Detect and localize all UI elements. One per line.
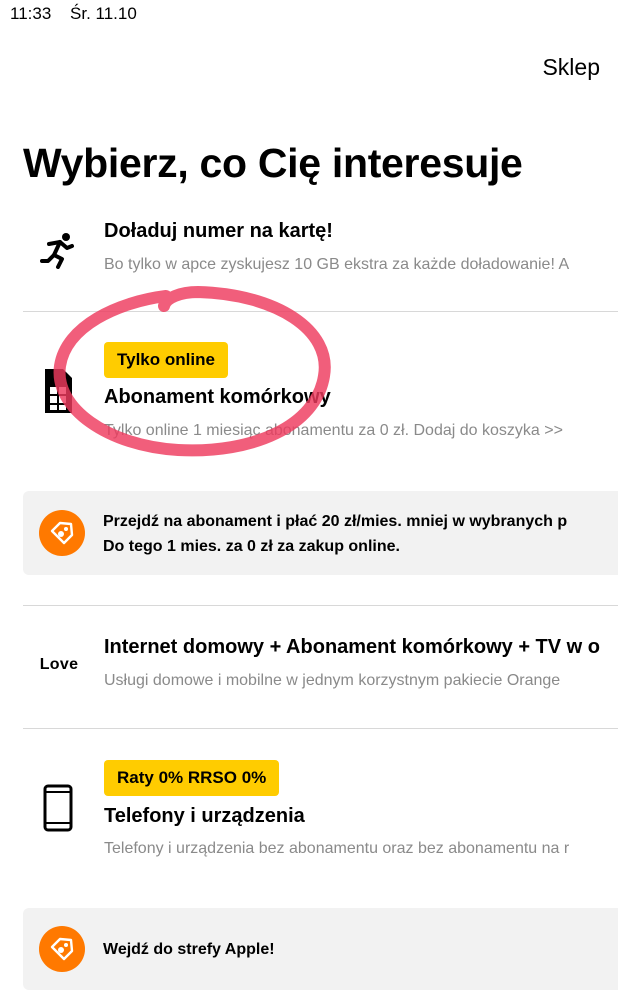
list-item-phones-devices[interactable]: Raty 0% RRSO 0% Telefony i urządzenia Te… [0, 729, 618, 899]
status-time: 11:33 [10, 4, 52, 23]
item-title: Doładuj numer na kartę! [104, 220, 333, 242]
item-title: Telefony i urządzenia [104, 805, 305, 827]
smartphone-icon [36, 783, 80, 833]
promo-banner-switch-plan[interactable]: Przejdź na abonament i płać 20 zł/mies. … [23, 491, 618, 575]
sim-card-icon [36, 366, 80, 416]
promo-line-1: Przejdź na abonament i płać 20 zł/mies. … [103, 513, 568, 530]
promo-line-1: Wejdź do strefy Apple! [103, 941, 275, 958]
item-title: Abonament komórkowy [104, 386, 331, 408]
installments-badge: Raty 0% RRSO 0% [104, 760, 280, 796]
list-item-love-package[interactable]: Love Internet domowy + Abonament komórko… [0, 606, 618, 728]
item-subtitle: Telefony i urządzenia bez abonamentu ora… [104, 840, 570, 857]
item-subtitle: Bo tylko w apce zyskujesz 10 GB ekstra z… [104, 256, 570, 273]
love-logo-icon: Love [34, 650, 84, 680]
page-title: Wybierz, co Cię interesuje [23, 140, 523, 186]
status-date: Śr. 11.10 [70, 4, 137, 23]
love-logo-text: Love [39, 656, 79, 673]
item-subtitle: Usługi domowe i mobilne w jednym korzyst… [104, 672, 561, 689]
price-tag-icon [39, 510, 85, 556]
shop-link[interactable]: Sklep [542, 54, 600, 81]
promo-banner-apple-zone[interactable]: Wejdź do strefy Apple! [23, 908, 618, 990]
item-subtitle: Tylko online 1 miesiąc abonamentu za 0 z… [104, 422, 563, 439]
promo-line-2: Do tego 1 mies. za 0 zł za zakup online. [103, 538, 400, 555]
item-title: Internet domowy + Abonament komórkowy + … [104, 636, 600, 658]
online-only-badge: Tylko online [104, 342, 228, 378]
price-tag-icon [39, 926, 85, 972]
list-item-mobile-subscription[interactable]: Tylko online Abonament komórkowy Tylko o… [0, 312, 618, 472]
status-bar: 11:33 Śr. 11.10 [10, 4, 151, 24]
list-item-top-up[interactable]: Doładuj numer na kartę! Bo tylko w apce … [0, 214, 618, 310]
running-person-icon [36, 228, 80, 272]
